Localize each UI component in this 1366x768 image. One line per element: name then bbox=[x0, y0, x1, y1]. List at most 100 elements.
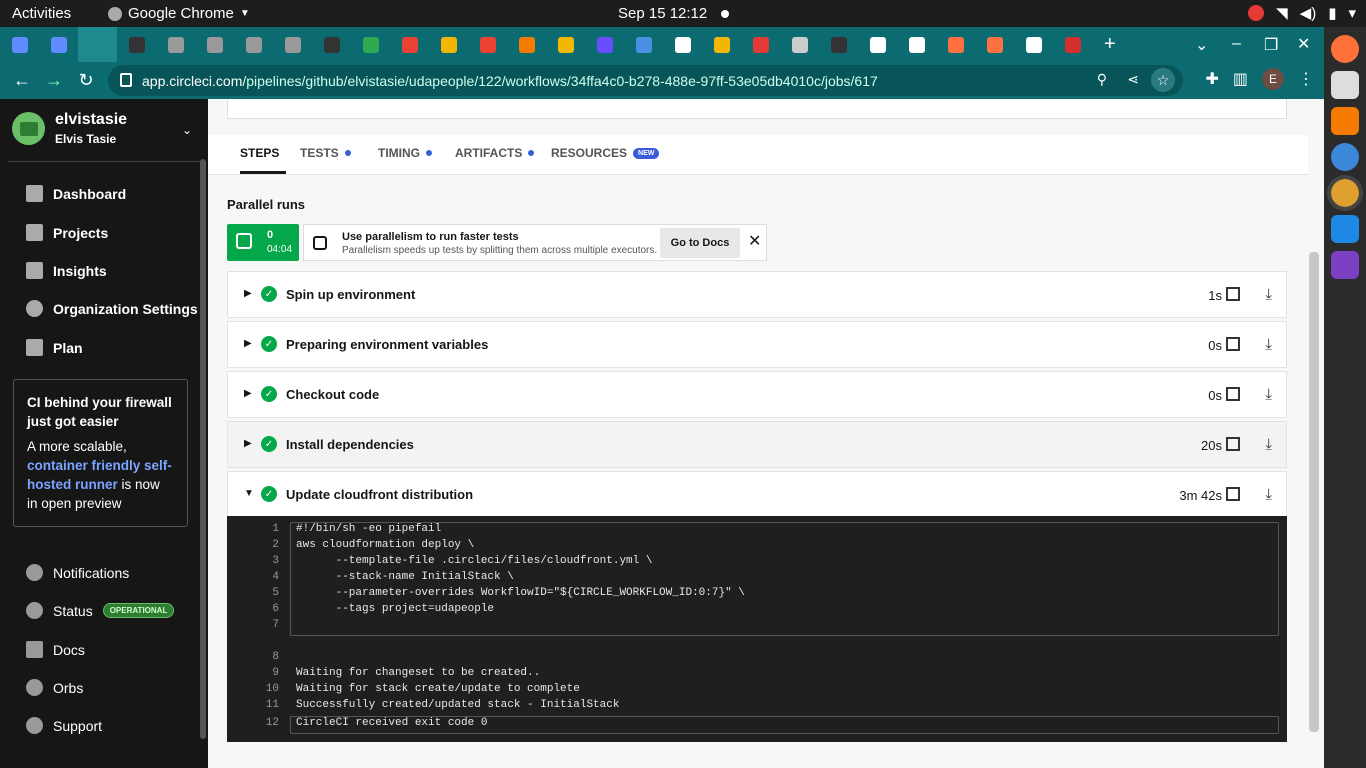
favicon-icon bbox=[752, 36, 769, 53]
maximize-button[interactable]: ❐ bbox=[1264, 35, 1278, 55]
step-row[interactable]: ▶ ✓ Preparing environment variables 0s ⤓ bbox=[227, 321, 1287, 368]
tab-resources[interactable]: RESOURCES NEW bbox=[551, 146, 660, 160]
software-icon[interactable] bbox=[1331, 107, 1359, 135]
sidebar-item-label: Docs bbox=[53, 641, 85, 658]
bookmark-star-icon[interactable]: ☆ bbox=[1151, 68, 1175, 92]
external-link-icon[interactable] bbox=[1226, 487, 1240, 501]
vscode-icon[interactable] bbox=[1331, 215, 1359, 243]
download-icon[interactable]: ⤓ bbox=[1265, 386, 1272, 403]
files-icon[interactable] bbox=[1331, 71, 1359, 99]
close-icon[interactable]: ✕ bbox=[748, 231, 761, 251]
sidebar-item-organization-settings[interactable]: Organization Settings bbox=[26, 300, 198, 317]
browser-tab[interactable] bbox=[780, 27, 819, 62]
system-tray[interactable]: ◥ ◀) ▮ ▾ bbox=[1248, 4, 1356, 22]
tab-timing[interactable]: TIMING bbox=[378, 146, 432, 160]
browser-tab[interactable] bbox=[858, 27, 897, 62]
line-text: --stack-name InitialStack \ bbox=[296, 571, 514, 583]
browser-tab[interactable] bbox=[78, 27, 117, 62]
download-icon[interactable]: ⤓ bbox=[1265, 436, 1272, 453]
forward-arrow-icon[interactable]: → bbox=[38, 65, 70, 97]
browser-tab[interactable] bbox=[702, 27, 741, 62]
app-menu[interactable]: Google Chrome ▼ bbox=[108, 5, 250, 22]
chrome-menu-icon[interactable]: ⋮ bbox=[1298, 69, 1314, 89]
sidebar-item-status[interactable]: Status OPERATIONAL bbox=[26, 602, 175, 619]
firefox-icon[interactable] bbox=[1331, 35, 1359, 63]
minimize-button[interactable]: – bbox=[1232, 35, 1241, 53]
browser-tab[interactable] bbox=[546, 27, 585, 62]
tab-search-icon[interactable]: ⌄ bbox=[1195, 35, 1208, 55]
new-tab-button[interactable]: + bbox=[1104, 33, 1116, 56]
sidebar-item-support[interactable]: Support bbox=[26, 717, 102, 734]
url-input[interactable]: app.circleci.com/pipelines/github/elvist… bbox=[108, 65, 1183, 96]
tab-tests[interactable]: TESTS bbox=[300, 146, 351, 160]
sidebar-item-insights[interactable]: Insights bbox=[26, 262, 107, 279]
download-icon[interactable]: ⤓ bbox=[1265, 486, 1272, 503]
org-switcher[interactable]: elvistasie Elvis Tasie bbox=[12, 111, 127, 146]
browser-tab[interactable] bbox=[0, 27, 39, 62]
download-icon[interactable]: ⤓ bbox=[1265, 336, 1272, 353]
chrome-dock-icon[interactable] bbox=[1327, 175, 1363, 211]
browser-tab[interactable] bbox=[312, 27, 351, 62]
browser-tab[interactable] bbox=[897, 27, 936, 62]
parallel-run-0[interactable]: 0 04:04 bbox=[227, 224, 299, 261]
external-link-icon[interactable] bbox=[1226, 437, 1240, 451]
browser-tab[interactable] bbox=[624, 27, 663, 62]
help-icon[interactable] bbox=[1331, 143, 1359, 171]
clock[interactable]: Sep 15 12:12 bbox=[618, 5, 730, 22]
browser-tab[interactable] bbox=[39, 27, 78, 62]
browser-tab[interactable] bbox=[585, 27, 624, 62]
browser-tab[interactable] bbox=[156, 27, 195, 62]
sidebar-item-orbs[interactable]: Orbs bbox=[26, 679, 83, 696]
sidebar-item-dashboard[interactable]: Dashboard bbox=[26, 185, 126, 202]
step-row[interactable]: ▶ ✓ Checkout code 0s ⤓ bbox=[227, 371, 1287, 418]
sidebar-item-docs[interactable]: Docs bbox=[26, 641, 85, 658]
sidebar-item-notifications[interactable]: Notifications bbox=[26, 564, 129, 581]
main-scrollbar[interactable] bbox=[1309, 252, 1319, 732]
zoom-icon[interactable]: ⚲ bbox=[1097, 71, 1107, 88]
browser-tab[interactable] bbox=[429, 27, 468, 62]
share-icon[interactable]: ⋖ bbox=[1127, 71, 1139, 88]
external-link-icon[interactable] bbox=[1226, 387, 1240, 401]
activities-button[interactable]: Activities bbox=[12, 5, 71, 22]
tab-label: TIMING bbox=[378, 146, 420, 160]
download-icon[interactable]: ⤓ bbox=[1265, 286, 1272, 303]
step-row[interactable]: ▶ ✓ Install dependencies 20s ⤓ bbox=[227, 421, 1287, 468]
browser-tab[interactable] bbox=[117, 27, 156, 62]
step-output-console[interactable]: 1 #!/bin/sh -eo pipefail 2 aws cloudformati… bbox=[227, 516, 1287, 742]
browser-tab[interactable] bbox=[663, 27, 702, 62]
back-arrow-icon[interactable]: ← bbox=[6, 65, 38, 97]
sidebar-item-plan[interactable]: Plan bbox=[26, 339, 83, 356]
close-window-button[interactable]: ✕ bbox=[1297, 34, 1310, 54]
step-row-expanded[interactable]: ▼ ✓ Update cloudfront distribution 3m 42… bbox=[227, 471, 1287, 518]
sidebar-scrollbar[interactable] bbox=[200, 159, 206, 739]
console-line: 8 bbox=[227, 651, 1267, 667]
browser-tab[interactable] bbox=[819, 27, 858, 62]
side-panel-icon[interactable]: ▥ bbox=[1233, 69, 1248, 89]
profile-avatar[interactable]: E bbox=[1262, 68, 1284, 90]
external-link-icon[interactable] bbox=[1226, 287, 1240, 301]
browser-tab[interactable] bbox=[234, 27, 273, 62]
browser-tab[interactable] bbox=[390, 27, 429, 62]
browser-tab[interactable] bbox=[975, 27, 1014, 62]
browser-tab[interactable] bbox=[273, 27, 312, 62]
extensions-icon[interactable]: ✚ bbox=[1205, 69, 1218, 89]
line-number: 2 bbox=[272, 539, 279, 551]
browser-tab[interactable] bbox=[936, 27, 975, 62]
github-desktop-icon[interactable] bbox=[1331, 251, 1359, 279]
wifi-icon: ◥ bbox=[1276, 5, 1288, 22]
tab-artifacts[interactable]: ARTIFACTS bbox=[455, 146, 535, 160]
browser-tab[interactable] bbox=[507, 27, 546, 62]
chevron-down-icon[interactable]: ⌄ bbox=[182, 123, 192, 137]
external-link-icon[interactable] bbox=[1226, 337, 1240, 351]
reload-icon[interactable]: ↻ bbox=[70, 65, 102, 97]
sidebar-item-projects[interactable]: Projects bbox=[26, 224, 108, 241]
tab-steps[interactable]: STEPS bbox=[240, 146, 279, 160]
browser-tab[interactable] bbox=[468, 27, 507, 62]
step-row[interactable]: ▶ ✓ Spin up environment 1s ⤓ bbox=[227, 271, 1287, 318]
browser-tab[interactable] bbox=[1014, 27, 1053, 62]
browser-tab[interactable] bbox=[195, 27, 234, 62]
browser-tab[interactable] bbox=[741, 27, 780, 62]
go-to-docs-button[interactable]: Go to Docs bbox=[660, 228, 740, 258]
browser-tab[interactable] bbox=[351, 27, 390, 62]
browser-tab[interactable] bbox=[1053, 27, 1092, 62]
